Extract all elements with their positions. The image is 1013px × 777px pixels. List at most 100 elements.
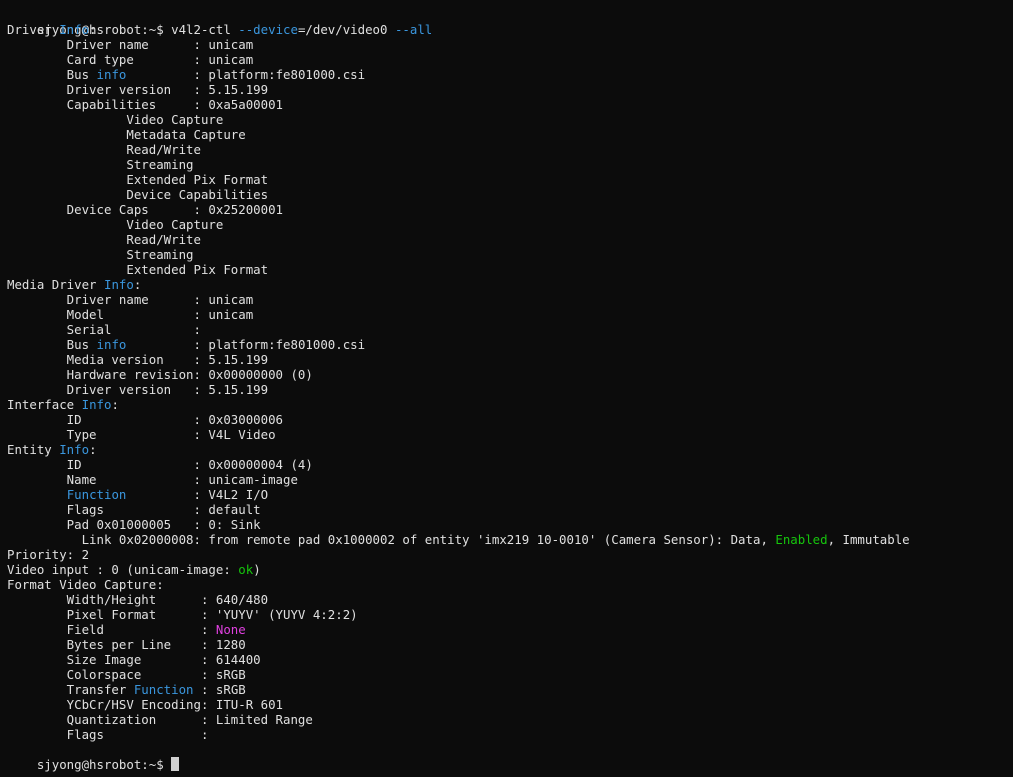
text-segment: , Immutable (827, 532, 910, 547)
text-segment: Entity (7, 442, 60, 457)
text-segment: Read/Write (7, 232, 201, 247)
text-segment: Hardware revision: 0x00000000 (0) (7, 367, 313, 382)
prompt: sjyong@hsrobot:~$ (36, 757, 172, 772)
output-line: Function : V4L2 I/O (7, 487, 1013, 502)
text-segment: Media version : 5.15.199 (7, 352, 269, 367)
text-segment: None (215, 622, 246, 637)
text-segment: Streaming (7, 247, 194, 262)
output-line: Driver name : unicam (7, 292, 1013, 307)
text-segment: YCbCr/HSV Encoding: ITU-R 601 (7, 697, 284, 712)
text-segment: Media Driver (7, 277, 104, 292)
command-output: Driver Info: Driver name : unicam Card t… (7, 22, 1013, 742)
text-segment: Pad 0x01000005 : 0: Sink (7, 517, 261, 532)
text-segment: Serial : (7, 322, 201, 337)
output-line: Bytes per Line : 1280 (7, 637, 1013, 652)
text-segment: info (96, 67, 127, 82)
text-segment: Bus (7, 67, 97, 82)
text-segment: Driver version : 5.15.199 (7, 382, 269, 397)
output-line: Capabilities : 0xa5a00001 (7, 97, 1013, 112)
output-line: Media Driver Info: (7, 277, 1013, 292)
output-line: Quantization : Limited Range (7, 712, 1013, 727)
text-segment: Type : V4L Video (7, 427, 276, 442)
text-segment: Extended Pix Format (7, 262, 269, 277)
text-segment: : platform:fe801000.csi (126, 67, 366, 82)
text-segment: Driver name : unicam (7, 292, 254, 307)
text-segment: Format Video Capture: (7, 577, 164, 592)
output-line: Size Image : 614400 (7, 652, 1013, 667)
text-segment: ok (238, 562, 254, 577)
output-line: Video Capture (7, 217, 1013, 232)
output-line: Metadata Capture (7, 127, 1013, 142)
text-segment: Enabled (775, 532, 828, 547)
output-line: Driver version : 5.15.199 (7, 382, 1013, 397)
text-segment: =/dev/video0 (297, 22, 395, 37)
output-line: Bus info : platform:fe801000.csi (7, 337, 1013, 352)
text-segment: : (133, 277, 142, 292)
output-line: YCbCr/HSV Encoding: ITU-R 601 (7, 697, 1013, 712)
output-line: Colorspace : sRGB (7, 667, 1013, 682)
text-segment: Width/Height : 640/480 (7, 592, 269, 607)
text-segment: ID : 0x03000006 (7, 412, 284, 427)
text-segment: Field : (7, 622, 216, 637)
text-segment: : (111, 397, 119, 412)
command-text: v4l2-ctl --device=/dev/video0 --all (171, 22, 432, 37)
text-segment: Card type : unicam (7, 52, 254, 67)
text-segment: : sRGB (193, 682, 246, 697)
text-segment: Colorspace : sRGB (7, 667, 246, 682)
output-line: Video Capture (7, 112, 1013, 127)
output-line: Transfer Function : sRGB (7, 682, 1013, 697)
output-line: Model : unicam (7, 307, 1013, 322)
output-line: Card type : unicam (7, 52, 1013, 67)
text-segment: Video Capture (7, 112, 224, 127)
text-segment: : platform:fe801000.csi (126, 337, 366, 352)
text-segment: Info (59, 442, 90, 457)
output-line: Media version : 5.15.199 (7, 352, 1013, 367)
text-segment: Capabilities : 0xa5a00001 (7, 97, 284, 112)
text-segment: Video input : 0 (unicam-image: (7, 562, 239, 577)
text-segment: Read/Write (7, 142, 201, 157)
text-segment: Priority: 2 (7, 547, 90, 562)
output-line: Driver name : unicam (7, 37, 1013, 52)
text-segment: ID : 0x00000004 (4) (7, 457, 313, 472)
output-line: Interface Info: (7, 397, 1013, 412)
output-line: Name : unicam-image (7, 472, 1013, 487)
output-line: Type : V4L Video (7, 427, 1013, 442)
text-segment: Metadata Capture (7, 127, 246, 142)
output-line: Priority: 2 (7, 547, 1013, 562)
output-line: Flags : default (7, 502, 1013, 517)
output-line: Device Capabilities (7, 187, 1013, 202)
output-line: Width/Height : 640/480 (7, 592, 1013, 607)
output-line: Hardware revision: 0x00000000 (0) (7, 367, 1013, 382)
text-segment: Info (59, 22, 90, 37)
output-line: Flags : (7, 727, 1013, 742)
output-line: Bus info : platform:fe801000.csi (7, 67, 1013, 82)
text-segment: Transfer (7, 682, 134, 697)
text-segment: --all (394, 22, 433, 37)
output-line: Streaming (7, 157, 1013, 172)
output-line: Device Caps : 0x25200001 (7, 202, 1013, 217)
text-segment: Function (133, 682, 194, 697)
active-prompt-line[interactable]: sjyong@hsrobot:~$ (7, 742, 1013, 772)
output-line: Driver version : 5.15.199 (7, 82, 1013, 97)
output-line: Read/Write (7, 232, 1013, 247)
output-line: Extended Pix Format (7, 262, 1013, 277)
text-segment: Pixel Format : 'YUYV' (YUYV 4:2:2) (7, 607, 358, 622)
text-segment: : (89, 22, 97, 37)
text-segment: Video Capture (7, 217, 224, 232)
text-segment: Flags : (7, 727, 209, 742)
text-segment: Bytes per Line : 1280 (7, 637, 246, 652)
text-segment: Streaming (7, 157, 194, 172)
text-segment: Model : unicam (7, 307, 254, 322)
output-line: ID : 0x03000006 (7, 412, 1013, 427)
output-line: Entity Info: (7, 442, 1013, 457)
text-segment: Driver name : unicam (7, 37, 254, 52)
output-line: Field : None (7, 622, 1013, 637)
output-line: Link 0x02000008: from remote pad 0x10000… (7, 532, 1013, 547)
text-segment: Bus (7, 337, 97, 352)
text-segment: v4l2-ctl (171, 22, 239, 37)
text-segment: Device Caps : 0x25200001 (7, 202, 284, 217)
text-segment: Quantization : Limited Range (7, 712, 313, 727)
text-segment: Interface (7, 397, 82, 412)
output-line: ID : 0x00000004 (4) (7, 457, 1013, 472)
terminal-window[interactable]: sjyong@hsrobot:~$ v4l2-ctl --device=/dev… (0, 0, 1013, 777)
